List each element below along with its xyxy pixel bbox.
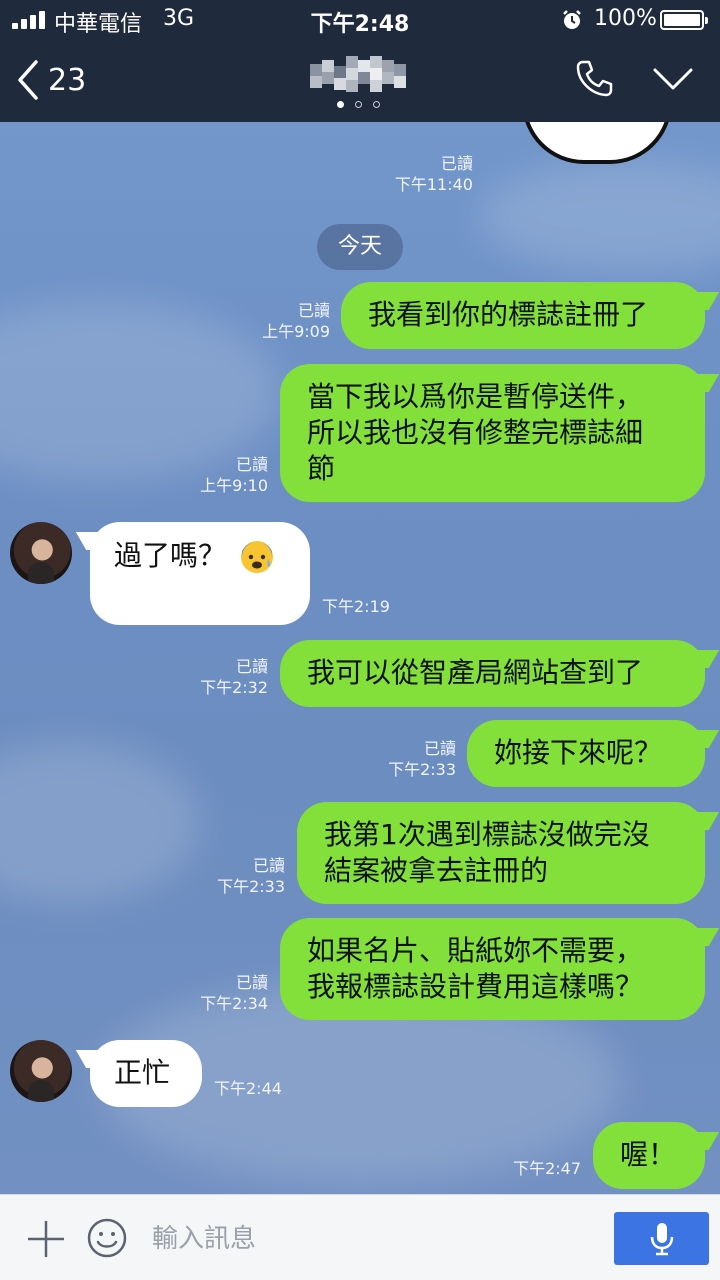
unread-count: 23 <box>48 62 87 98</box>
phone-icon[interactable] <box>574 58 614 98</box>
message-text: 我可以從智產局網站查到了 <box>307 656 644 689</box>
message-time: 下午11:40 <box>394 175 473 194</box>
chevron-down-icon[interactable] <box>652 64 694 94</box>
microphone-icon <box>650 1223 674 1256</box>
received-message-bubble[interactable]: 過了嗎？ <box>90 522 310 625</box>
chat-area[interactable]: 已讀 下午11:40 今天 已讀 上午9:09 我看到你的標誌註冊了 已讀 上午… <box>0 122 720 1194</box>
background-cloud <box>480 162 720 272</box>
read-receipt: 已讀 <box>235 973 268 992</box>
message-meta: 已讀 上午9:09 <box>240 300 330 342</box>
message-time: 下午2:32 <box>200 678 268 697</box>
date-divider: 今天 <box>317 224 403 270</box>
plus-icon[interactable] <box>26 1219 66 1259</box>
message-text: 過了嗎？ <box>114 539 227 572</box>
message-time: 上午9:09 <box>262 322 330 341</box>
voice-input-button[interactable] <box>614 1212 709 1265</box>
message-text: 如果名片、貼紙妳不需要， 我報標誌設計費用這樣嗎？ <box>307 934 644 1003</box>
page-indicator <box>337 100 385 110</box>
message-meta: 已讀 上午9:10 <box>178 454 268 496</box>
battery-percent: 100% <box>594 6 657 31</box>
read-receipt: 已讀 <box>235 657 268 676</box>
message-text: 我第1次遇到標誌沒做完沒 結案被拿去註冊的 <box>324 818 650 887</box>
message-time: 下午2:34 <box>200 994 268 1013</box>
message-meta: 下午2:47 <box>491 1158 581 1179</box>
message-time: 下午2:33 <box>388 760 456 779</box>
message-time: 上午9:10 <box>200 476 268 495</box>
message-input[interactable] <box>150 1215 594 1263</box>
received-message-bubble[interactable]: 正忙 <box>90 1040 202 1107</box>
emoji-icon[interactable] <box>86 1217 128 1259</box>
back-chevron-icon <box>18 60 38 100</box>
back-button[interactable]: 23 <box>14 54 86 106</box>
status-bar: 中華電信 3G 下午2:48 100% <box>0 0 720 40</box>
contact-avatar[interactable] <box>10 522 72 584</box>
sent-message-bubble[interactable]: 我可以從智產局網站查到了 <box>280 640 705 707</box>
message-text: 當下我以爲你是暫停送件， 所以我也沒有修整完標誌細 節 <box>307 380 644 485</box>
message-meta: 已讀 下午11:40 <box>380 153 473 195</box>
message-meta: 下午2:44 <box>214 1078 304 1099</box>
sent-message-bubble[interactable]: 我第1次遇到標誌沒做完沒 結案被拿去註冊的 <box>297 802 705 904</box>
message-time: 下午2:19 <box>322 597 390 616</box>
message-time: 下午2:47 <box>513 1159 581 1178</box>
read-receipt: 已讀 <box>252 856 285 875</box>
message-input-bar <box>0 1194 720 1280</box>
alarm-clock-icon <box>563 10 581 29</box>
message-text: 我看到你的標誌註冊了 <box>368 298 649 331</box>
message-text: 正忙 <box>114 1056 171 1089</box>
sent-message-bubble[interactable]: 我看到你的標誌註冊了 <box>341 282 705 349</box>
chat-header: 23 <box>0 40 720 122</box>
message-text: 喔！ <box>620 1138 677 1171</box>
message-time: 下午2:44 <box>214 1079 282 1098</box>
sent-message-bubble[interactable]: 如果名片、貼紙妳不需要， 我報標誌設計費用這樣嗎？ <box>280 918 705 1020</box>
message-meta: 已讀 下午2:33 <box>195 855 285 897</box>
message-meta: 已讀 下午2:33 <box>366 738 456 780</box>
read-receipt: 已讀 <box>440 154 473 173</box>
message-meta: 已讀 下午2:34 <box>178 972 268 1014</box>
sent-message-bubble[interactable]: 當下我以爲你是暫停送件， 所以我也沒有修整完標誌細 節 <box>280 364 705 502</box>
read-receipt: 已讀 <box>297 301 330 320</box>
read-receipt: 已讀 <box>235 455 268 474</box>
chat-title-pixelated[interactable] <box>310 56 406 92</box>
anxious-face-with-sweat-icon <box>240 541 273 573</box>
read-receipt: 已讀 <box>423 739 456 758</box>
battery-icon <box>660 10 708 30</box>
background-cloud <box>0 742 200 902</box>
message-meta: 已讀 下午2:32 <box>178 656 268 698</box>
message-time: 下午2:33 <box>217 877 285 896</box>
sent-message-bubble[interactable]: 妳接下來呢？ <box>467 720 705 787</box>
message-text: 妳接下來呢？ <box>494 736 663 769</box>
sticker-image[interactable] <box>522 122 672 164</box>
contact-avatar[interactable] <box>10 1040 72 1102</box>
sent-message-bubble[interactable]: 喔！ <box>593 1122 705 1189</box>
message-meta: 下午2:19 <box>322 596 412 617</box>
